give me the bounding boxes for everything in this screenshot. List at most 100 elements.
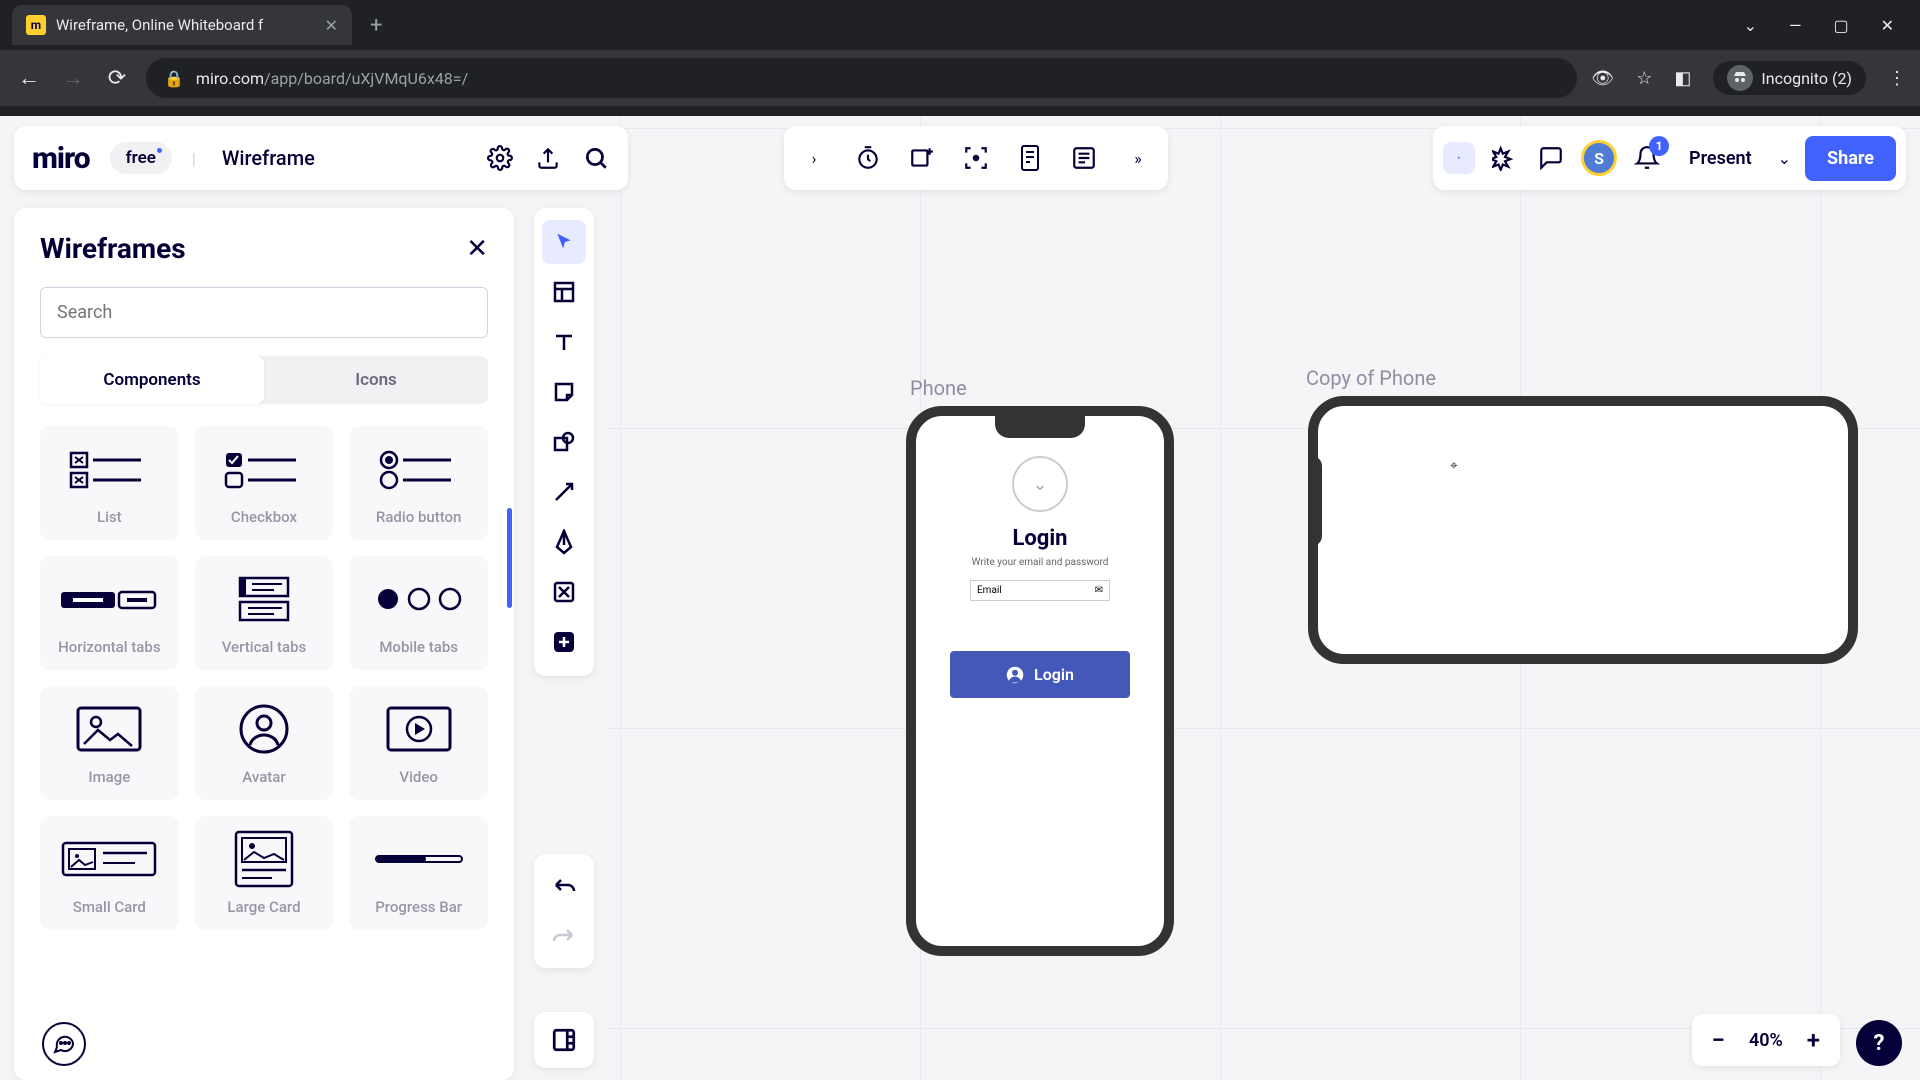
back-button[interactable]: ← (14, 63, 44, 93)
frame-add-icon[interactable] (906, 142, 938, 174)
select-tool[interactable] (542, 220, 586, 264)
add-tool[interactable] (542, 620, 586, 664)
undo-button[interactable] (542, 864, 586, 908)
cursor-mode-button[interactable] (1443, 142, 1475, 174)
panel-scrollbar[interactable] (507, 508, 512, 608)
arrow-tool[interactable] (542, 470, 586, 514)
miro-logo[interactable]: miro (32, 141, 90, 176)
settings-icon[interactable] (486, 144, 514, 172)
close-panel-icon[interactable]: ✕ (466, 234, 488, 264)
component-large-card[interactable]: Large Card (195, 816, 334, 930)
zoom-in-button[interactable]: + (1807, 1026, 1820, 1054)
login-screen: ⌄ Login Write your email and password Em… (916, 416, 1164, 738)
minimize-icon[interactable]: — (1789, 16, 1802, 35)
pen-tool[interactable] (542, 520, 586, 564)
timer-icon[interactable] (852, 142, 884, 174)
center-toolbar: › » (784, 126, 1168, 190)
zoom-out-button[interactable]: − (1712, 1026, 1725, 1054)
email-input[interactable]: Email ✉ (970, 580, 1110, 601)
panel-title: Wireframes (40, 232, 186, 265)
login-title[interactable]: Login (1012, 526, 1067, 551)
shape-tool[interactable] (542, 420, 586, 464)
note-icon[interactable] (1068, 142, 1100, 174)
present-dropdown[interactable]: ⌄ (1778, 149, 1791, 168)
templates-tool[interactable] (542, 270, 586, 314)
phone-notch (1308, 456, 1322, 546)
text-tool[interactable] (542, 320, 586, 364)
focus-icon[interactable] (960, 142, 992, 174)
address-bar: ← → ⟳ 🔒 miro.com/app/board/uXjVMqU6x48=/… (0, 50, 1920, 106)
plan-badge[interactable]: free (110, 142, 172, 174)
phone-frame-1[interactable]: ⌄ Login Write your email and password Em… (906, 406, 1174, 956)
component-htabs[interactable]: Horizontal tabs (40, 556, 179, 670)
chevron-down-icon[interactable]: ⌄ (1744, 16, 1757, 35)
email-placeholder: Email (977, 585, 1002, 596)
eye-off-icon[interactable]: 👁 (1591, 68, 1614, 89)
star-icon[interactable]: ☆ (1636, 68, 1652, 89)
component-avatar[interactable]: Avatar (195, 686, 334, 800)
component-video[interactable]: Video (349, 686, 488, 800)
phone-frame-2[interactable] (1308, 396, 1858, 664)
tab-title: Wireframe, Online Whiteboard f (56, 16, 315, 34)
frames-toggle[interactable] (534, 1012, 594, 1068)
component-small-card[interactable]: Small Card (40, 816, 179, 930)
wireframe-tool[interactable] (542, 570, 586, 614)
url-field[interactable]: 🔒 miro.com/app/board/uXjVMqU6x48=/ (146, 58, 1577, 98)
redo-button[interactable] (542, 914, 586, 958)
frame-label-copy[interactable]: Copy of Phone (1306, 366, 1436, 390)
forward-button[interactable]: → (58, 63, 88, 93)
kebab-menu-icon[interactable]: ⋮ (1888, 68, 1906, 89)
lock-icon: 🔒 (164, 69, 184, 88)
tab-icons[interactable]: Icons (264, 356, 488, 404)
notifications-icon[interactable]: 1 (1631, 142, 1663, 174)
close-window-icon[interactable]: ✕ (1881, 16, 1894, 35)
chat-fab[interactable] (42, 1022, 86, 1066)
component-radio[interactable]: Radio button (349, 426, 488, 540)
login-button[interactable]: Login (950, 651, 1130, 698)
tools-sidebar (534, 208, 594, 676)
search-input[interactable] (40, 287, 488, 338)
board-canvas[interactable]: Phone ⌄ Login Write your email and passw… (608, 116, 1920, 1080)
components-grid: List Checkbox Radio button Horizontal ta… (40, 426, 488, 930)
miro-favicon: m (26, 15, 46, 35)
component-progress[interactable]: Progress Bar (349, 816, 488, 930)
comment-icon[interactable] (1535, 142, 1567, 174)
document-icon[interactable] (1014, 142, 1046, 174)
avatar-placeholder[interactable]: ⌄ (1012, 456, 1068, 512)
export-icon[interactable] (534, 144, 562, 172)
browser-tab[interactable]: m Wireframe, Online Whiteboard f ✕ (12, 5, 352, 45)
component-list[interactable]: List (40, 426, 179, 540)
present-button[interactable]: Present (1677, 140, 1764, 177)
panel-icon[interactable]: ◧ (1674, 68, 1691, 89)
panel-tabs: Components Icons (40, 356, 488, 404)
zoom-level[interactable]: 40% (1749, 1030, 1783, 1051)
help-button[interactable]: ? (1856, 1020, 1902, 1066)
browser-chrome: m Wireframe, Online Whiteboard f ✕ + ⌄ —… (0, 0, 1920, 116)
component-vtabs[interactable]: Vertical tabs (195, 556, 334, 670)
reactions-icon[interactable] (1489, 142, 1521, 174)
url-host: miro.com (196, 69, 264, 88)
board-name[interactable]: Wireframe (222, 146, 315, 170)
maximize-icon[interactable]: ▢ (1833, 16, 1848, 35)
component-checkbox[interactable]: Checkbox (195, 426, 334, 540)
component-mtabs[interactable]: Mobile tabs (349, 556, 488, 670)
cursor-pointer: ⌖ (1450, 458, 1458, 474)
wireframes-panel: Wireframes ✕ Components Icons List Check… (14, 208, 514, 1080)
reload-button[interactable]: ⟳ (102, 63, 132, 93)
sticky-tool[interactable] (542, 370, 586, 414)
share-button[interactable]: Share (1805, 136, 1896, 181)
search-icon[interactable] (582, 144, 610, 172)
tab-bar: m Wireframe, Online Whiteboard f ✕ + ⌄ —… (0, 0, 1920, 50)
avatar-initial: S (1594, 149, 1604, 168)
user-avatar[interactable]: S (1581, 140, 1617, 176)
component-image[interactable]: Image (40, 686, 179, 800)
more-tools-icon[interactable]: » (1122, 142, 1154, 174)
expand-right-icon[interactable]: › (798, 142, 830, 174)
login-subtitle[interactable]: Write your email and password (972, 557, 1109, 568)
close-tab-icon[interactable]: ✕ (325, 16, 338, 35)
frame-label-phone[interactable]: Phone (910, 376, 967, 400)
new-tab-button[interactable]: + (370, 13, 382, 38)
tab-components[interactable]: Components (40, 356, 264, 404)
incognito-icon (1727, 65, 1753, 91)
incognito-indicator[interactable]: Incognito (2) (1713, 61, 1866, 95)
